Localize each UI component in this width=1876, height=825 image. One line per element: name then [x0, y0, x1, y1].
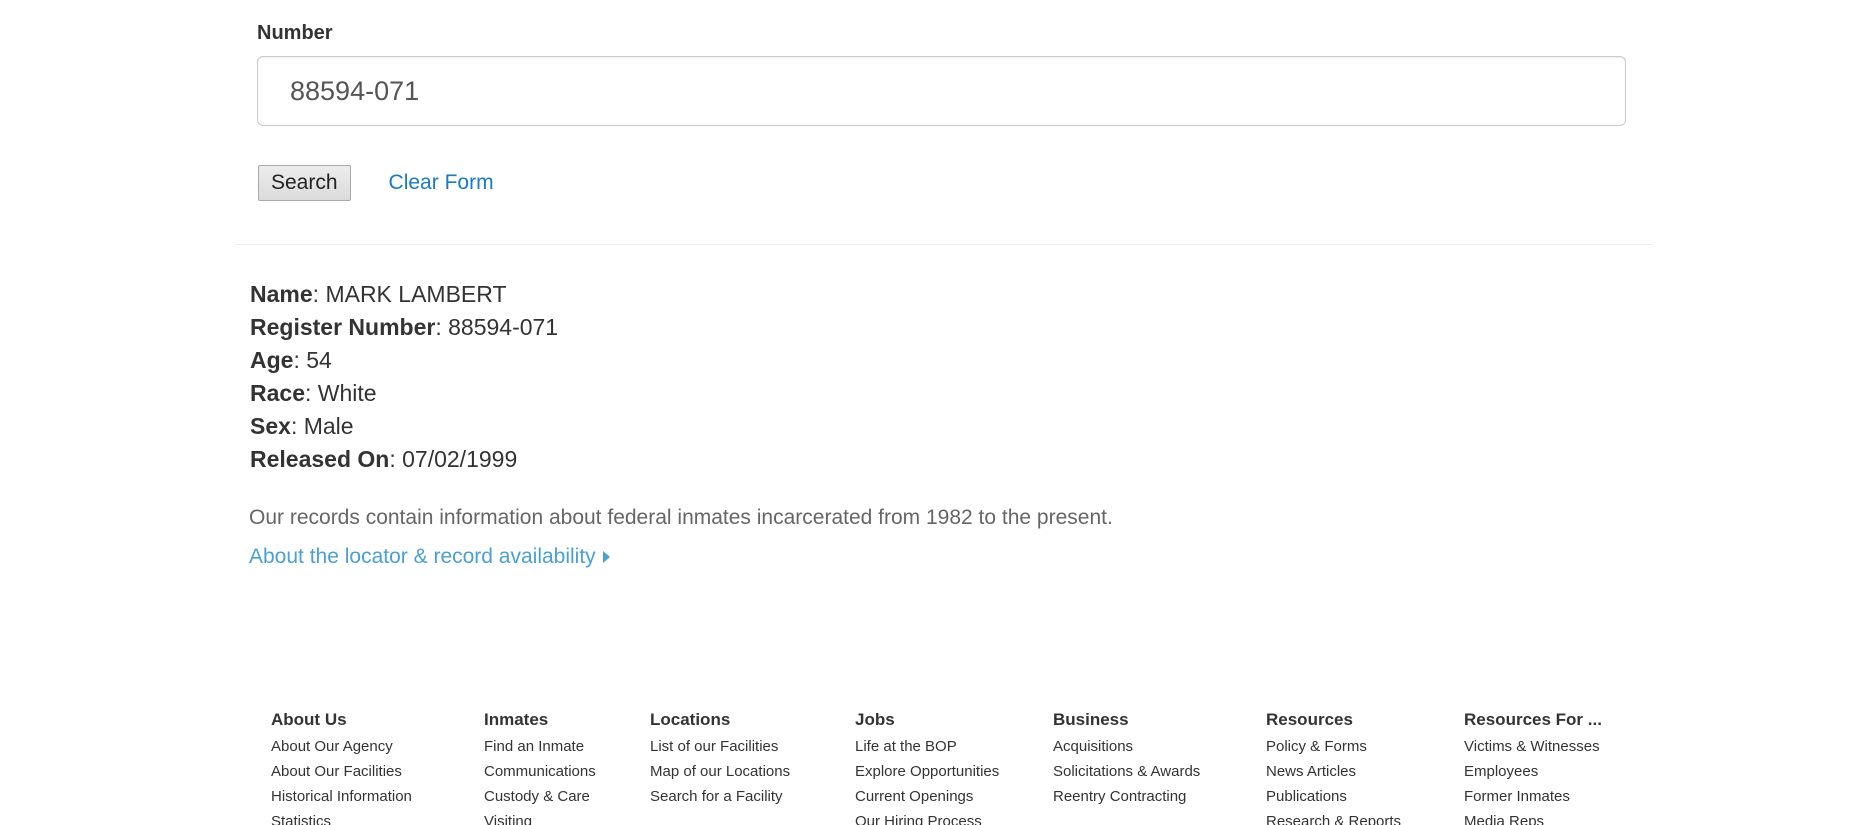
- form-actions: Search Clear Form: [257, 165, 1626, 201]
- clear-form-link[interactable]: Clear Form: [389, 171, 494, 195]
- footer-column-about-us: About Us About Our Agency About Our Faci…: [271, 708, 412, 825]
- result-released-label: Released On: [250, 446, 390, 472]
- footer-column-resources-for: Resources For ... Victims & Witnesses Em…: [1464, 708, 1602, 825]
- caret-right-icon: [602, 551, 610, 563]
- footer-link[interactable]: About Our Facilities: [271, 759, 412, 784]
- result-name-label: Name: [250, 281, 313, 307]
- footer-heading: Resources: [1266, 710, 1353, 729]
- footer-link[interactable]: Policy & Forms: [1266, 734, 1401, 759]
- footer-link[interactable]: Reentry Contracting: [1053, 784, 1200, 809]
- result-sex-value: Male: [303, 413, 354, 439]
- result-age-value: 54: [306, 347, 332, 373]
- footer-column-resources: Resources Policy & Forms News Articles P…: [1266, 708, 1401, 825]
- footer-link[interactable]: Life at the BOP: [855, 734, 999, 759]
- search-button[interactable]: Search: [258, 165, 351, 201]
- footer-link[interactable]: Communications: [484, 759, 596, 784]
- search-form: Number Search Clear Form: [257, 20, 1626, 201]
- result-released-value: 07/02/1999: [402, 446, 518, 472]
- footer-link[interactable]: Historical Information: [271, 784, 412, 809]
- number-label: Number: [257, 22, 333, 44]
- inmate-result: Name: MARK LAMBERT Register Number: 8859…: [250, 278, 558, 476]
- footer-column-inmates: Inmates Find an Inmate Communications Cu…: [484, 708, 596, 825]
- result-race-row: Race: White: [250, 380, 377, 406]
- result-sex-label: Sex: [250, 413, 291, 439]
- number-input[interactable]: [257, 56, 1626, 126]
- about-locator-label: About the locator & record availability: [249, 545, 596, 568]
- about-locator-link[interactable]: About the locator & record availability: [249, 545, 610, 569]
- footer-link[interactable]: Publications: [1266, 784, 1401, 809]
- footer-link[interactable]: Employees: [1464, 759, 1602, 784]
- footer-link[interactable]: Search for a Facility: [650, 784, 790, 809]
- footer-heading: Jobs: [855, 710, 895, 729]
- footer-link[interactable]: Victims & Witnesses: [1464, 734, 1602, 759]
- footer-heading: Resources For ...: [1464, 710, 1602, 729]
- result-age-row: Age: 54: [250, 347, 332, 373]
- footer-heading: About Us: [271, 710, 347, 729]
- footer-column-locations: Locations List of our Facilities Map of …: [650, 708, 790, 809]
- footer-link[interactable]: About Our Agency: [271, 734, 412, 759]
- result-name-value: MARK LAMBERT: [325, 281, 507, 307]
- section-divider: [235, 244, 1653, 245]
- inmate-locator-page: Number Search Clear Form Name: MARK LAMB…: [0, 0, 1876, 825]
- result-register-label: Register Number: [250, 314, 436, 340]
- footer-link[interactable]: Current Openings: [855, 784, 999, 809]
- footer-link[interactable]: Map of our Locations: [650, 759, 790, 784]
- footer-link[interactable]: Visiting: [484, 809, 596, 825]
- result-age-label: Age: [250, 347, 294, 373]
- result-race-label: Race: [250, 380, 305, 406]
- result-register-value: 88594-071: [448, 314, 559, 340]
- footer-link[interactable]: Our Hiring Process: [855, 809, 999, 825]
- footer-link[interactable]: Custody & Care: [484, 784, 596, 809]
- footer-link[interactable]: Statistics: [271, 809, 412, 825]
- footer-column-business: Business Acquisitions Solicitations & Aw…: [1053, 708, 1200, 809]
- result-name-row: Name: MARK LAMBERT: [250, 281, 507, 307]
- footer-link[interactable]: Former Inmates: [1464, 784, 1602, 809]
- result-sex-row: Sex: Male: [250, 413, 354, 439]
- site-footer: About Us About Our Agency About Our Faci…: [0, 708, 1876, 825]
- footer-column-jobs: Jobs Life at the BOP Explore Opportuniti…: [855, 708, 999, 825]
- footer-link[interactable]: Find an Inmate: [484, 734, 596, 759]
- footer-heading: Locations: [650, 710, 731, 729]
- result-race-value: White: [317, 380, 377, 406]
- footer-link[interactable]: Media Reps: [1464, 809, 1602, 825]
- footer-link[interactable]: Explore Opportunities: [855, 759, 999, 784]
- footer-link[interactable]: News Articles: [1266, 759, 1401, 784]
- footer-heading: Business: [1053, 710, 1129, 729]
- footer-link[interactable]: List of our Facilities: [650, 734, 790, 759]
- records-note: Our records contain information about fe…: [249, 506, 1113, 529]
- footer-heading: Inmates: [484, 710, 549, 729]
- result-released-row: Released On: 07/02/1999: [250, 446, 518, 472]
- footer-link[interactable]: Research & Reports: [1266, 809, 1401, 825]
- footer-link[interactable]: Acquisitions: [1053, 734, 1200, 759]
- result-register-row: Register Number: 88594-071: [250, 314, 559, 340]
- footer-link[interactable]: Solicitations & Awards: [1053, 759, 1200, 784]
